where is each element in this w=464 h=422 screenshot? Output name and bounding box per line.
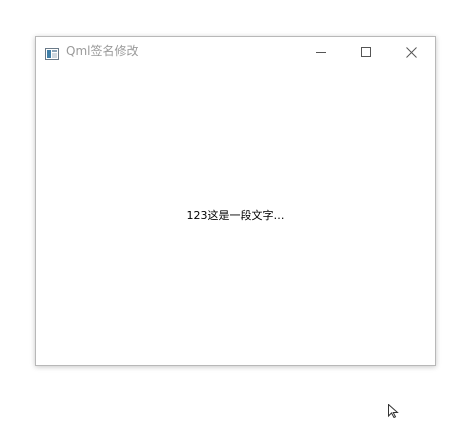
window-title: Qml签名修改 xyxy=(66,44,139,58)
close-icon xyxy=(406,47,417,58)
content-area: 123这是一段文字… xyxy=(36,67,435,365)
close-button[interactable] xyxy=(389,37,434,67)
minimize-button[interactable] xyxy=(299,37,344,67)
maximize-icon xyxy=(361,47,371,57)
minimize-icon xyxy=(316,52,326,53)
app-icon xyxy=(45,45,59,60)
app-window: Qml签名修改 123这是一段文字… xyxy=(35,36,436,366)
maximize-button[interactable] xyxy=(344,37,389,67)
content-text: 123这是一段文字… xyxy=(186,209,285,222)
title-bar[interactable]: Qml签名修改 xyxy=(36,37,435,67)
mouse-cursor-icon xyxy=(388,403,400,422)
